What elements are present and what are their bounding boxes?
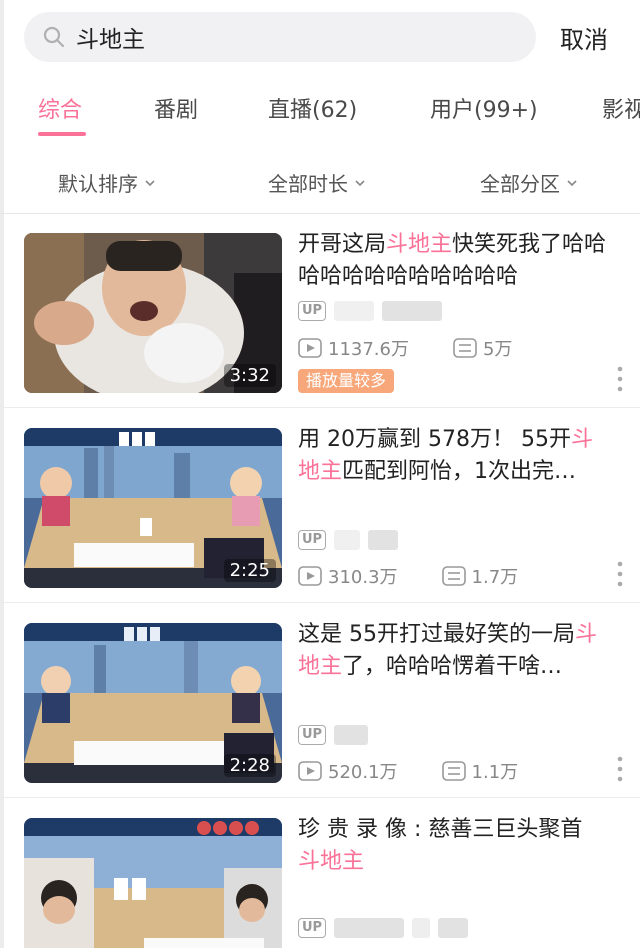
filter-sort-label: 默认排序 xyxy=(58,172,138,196)
video-title[interactable]: 珍 贵 录 像 : 慈善三巨头聚首 斗地主 xyxy=(298,814,614,878)
uploader-name-blurred xyxy=(438,918,469,938)
popular-badge: 播放量较多 xyxy=(298,369,395,393)
video-duration: 2:25 xyxy=(223,559,276,582)
uploader-name-blurred xyxy=(412,918,431,938)
search-bar[interactable]: 斗地主 xyxy=(24,12,536,62)
uploader-row[interactable]: UP xyxy=(298,301,443,321)
uploader-row[interactable]: UP xyxy=(298,918,469,938)
uploader-name-blurred xyxy=(334,725,369,745)
video-duration: 3:32 xyxy=(223,364,276,387)
uploader-name-blurred xyxy=(334,918,405,938)
video-item[interactable]: 2:25 用 20万赢到 578万！ 55开斗地主匹配到阿怡，1次出完… UP … xyxy=(0,408,640,603)
comment-count-icon xyxy=(453,338,477,358)
video-thumbnail[interactable] xyxy=(24,818,282,948)
search-input[interactable]: 斗地主 xyxy=(76,20,496,54)
tab-all[interactable]: 综合 xyxy=(38,92,82,124)
play-count-icon xyxy=(298,566,322,586)
tab-bar: 综合 番剧 直播(62) 用户(99+) 影视 xyxy=(0,92,640,144)
video-stats: 520.1万 1.1万 xyxy=(298,758,518,784)
video-stats: 310.3万 1.7万 xyxy=(298,563,518,589)
title-text: 开哥这局 xyxy=(298,232,387,257)
uploader-row[interactable]: UP xyxy=(298,530,399,550)
thumbnail-image xyxy=(24,818,282,948)
more-options-icon[interactable] xyxy=(614,365,626,393)
uploader-name-blurred xyxy=(368,530,399,550)
video-item[interactable]: 2:28 这是 55开打过最好笑的一局斗地主了，哈哈哈愣着干啥… UP 520.… xyxy=(0,603,640,798)
tab-movies[interactable]: 影视 xyxy=(602,92,640,124)
play-count: 520.1万 xyxy=(328,762,398,783)
title-keyword: 斗地主 xyxy=(298,849,365,874)
chevron-down-icon xyxy=(145,179,155,186)
chevron-down-icon xyxy=(567,179,577,186)
title-text: 了，哈哈哈愣着干啥… xyxy=(342,654,563,679)
title-text: 匹配到阿怡，1次出完… xyxy=(342,459,577,484)
video-title[interactable]: 这是 55开打过最好笑的一局斗地主了，哈哈哈愣着干啥… xyxy=(298,619,614,683)
play-count: 310.3万 xyxy=(328,567,398,588)
more-options-icon[interactable] xyxy=(614,755,626,783)
comment-count: 5万 xyxy=(482,339,513,360)
title-text: 这是 55开打过最好笑的一局 xyxy=(298,622,575,647)
video-item[interactable]: 3:32 开哥这局斗地主快笑死我了哈哈哈哈哈哈哈哈哈哈哈哈 UP 1137.6万… xyxy=(0,213,640,408)
video-title[interactable]: 开哥这局斗地主快笑死我了哈哈哈哈哈哈哈哈哈哈哈哈 xyxy=(298,229,614,293)
tab-active-indicator xyxy=(38,132,86,136)
uploader-name-blurred xyxy=(334,530,361,550)
video-thumbnail[interactable]: 2:28 xyxy=(24,623,282,783)
filter-duration-label: 全部时长 xyxy=(268,172,348,196)
uploader-name-blurred xyxy=(334,301,375,321)
filter-bar: 默认排序 全部时长 全部分区 xyxy=(0,168,640,198)
more-options-icon[interactable] xyxy=(614,560,626,588)
up-tag: UP xyxy=(298,918,327,938)
comment-count: 1.1万 xyxy=(471,762,519,783)
comment-count: 1.7万 xyxy=(471,567,519,588)
tab-users[interactable]: 用户(99+) xyxy=(430,92,538,124)
uploader-row[interactable]: UP xyxy=(298,725,369,745)
filter-duration[interactable]: 全部时长 xyxy=(268,168,366,197)
title-keyword: 斗地主 xyxy=(386,232,453,257)
up-tag: UP xyxy=(298,301,327,321)
play-count: 1137.6万 xyxy=(328,339,409,360)
video-stats: 1137.6万 5万 xyxy=(298,335,512,361)
play-count-icon xyxy=(298,761,322,781)
up-tag: UP xyxy=(298,725,327,745)
filter-sort[interactable]: 默认排序 xyxy=(58,168,156,197)
title-text: 用 20万赢到 578万！ 55开 xyxy=(298,427,571,452)
up-tag: UP xyxy=(298,530,327,550)
play-count-icon xyxy=(298,338,322,358)
search-icon xyxy=(43,26,65,48)
video-thumbnail[interactable]: 2:25 xyxy=(24,428,282,588)
cancel-button[interactable]: 取消 xyxy=(560,20,608,55)
tab-bangumi[interactable]: 番剧 xyxy=(154,92,198,124)
uploader-name-blurred xyxy=(382,301,443,321)
filter-zone-label: 全部分区 xyxy=(480,172,560,196)
comment-count-icon xyxy=(441,566,466,586)
video-title[interactable]: 用 20万赢到 578万！ 55开斗地主匹配到阿怡，1次出完… xyxy=(298,424,614,488)
video-item[interactable]: 珍 贵 录 像 : 慈善三巨头聚首 斗地主 UP xyxy=(0,798,640,948)
video-duration: 2:28 xyxy=(223,754,276,777)
chevron-down-icon xyxy=(355,179,365,186)
filter-zone[interactable]: 全部分区 xyxy=(480,168,578,197)
comment-count-icon xyxy=(441,761,466,781)
tab-live[interactable]: 直播(62) xyxy=(268,92,357,124)
video-thumbnail[interactable]: 3:32 xyxy=(24,233,282,393)
title-text: 珍 贵 录 像 : 慈善三巨头聚首 xyxy=(298,817,583,842)
